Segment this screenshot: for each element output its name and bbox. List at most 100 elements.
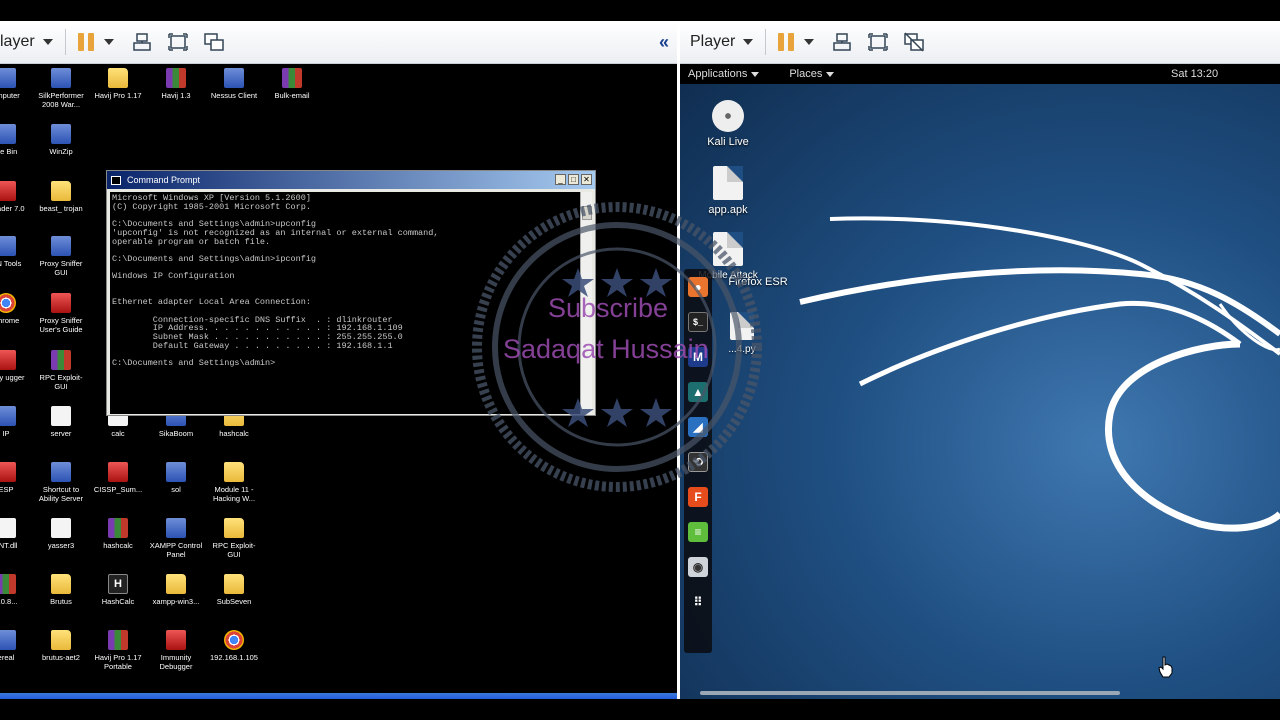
desktop-icon[interactable]: brutus-aet2 [33,630,89,662]
chrome-icon [0,293,16,313]
chevron-down-icon [751,71,760,77]
desktop-icon-label: sol [171,485,181,494]
pause-icon[interactable] [778,33,795,51]
desktop-icon[interactable]: xampp-win3... [148,574,204,606]
applications-menu-label: Applications [688,68,748,80]
folder-icon [51,630,71,650]
desktop-icon[interactable]: SubSeven [206,574,262,606]
desktop-icon[interactable]: cle Bin [0,124,34,156]
desktop-icon[interactable]: Havij Pro 1.17 [90,68,146,100]
hand-cursor-icon [1158,656,1173,678]
cmd-title-bar[interactable]: Command Prompt [107,171,595,189]
desktop-icon[interactable]: Reader 7.0 [0,181,34,213]
rar-icon [108,518,128,538]
minimize-button[interactable]: _ [555,174,566,185]
desktop-icon[interactable]: Module 11 - Hacking W... [206,462,262,503]
desktop-icon[interactable]: WinZip [33,124,89,156]
unity-mode-disabled-icon[interactable] [902,30,926,54]
desktop-icon[interactable]: RPC Exploit-GUI [206,518,262,559]
desktop-icon-label: cle Bin [0,147,18,156]
desktop-icon[interactable]: Havij Pro 1.17 Portable [90,630,146,671]
desktop-icon-label: hashcalc [103,541,133,550]
cmd-window-icon [111,175,121,185]
send-ctrl-alt-del-icon[interactable] [130,30,154,54]
app-icon [166,462,186,482]
unity-mode-icon[interactable] [202,30,226,54]
close-button[interactable]: ✕ [581,174,592,185]
desktop-icon-label: oNT.dll [0,541,18,550]
desktop-icon[interactable]: Bulk-email [264,68,320,100]
desktop-icon-label: brutus-aet2 [42,653,80,662]
desktop-icon[interactable]: ON Tools [0,236,34,268]
desktop-icon[interactable]: RPC Exploit-GUI [33,350,89,391]
maximize-button[interactable]: □ [568,174,579,185]
collapse-sidebar-icon[interactable]: « [659,32,669,53]
desktop-icon-label: ON Tools [0,259,22,268]
desktop-icon-label: Havij 1.3 [161,91,191,100]
screen: layer « Player ompu [0,0,1280,720]
show-applications-icon[interactable]: ⠿ [688,592,708,612]
desktop-icon[interactable]: 1.0.8... [0,574,34,606]
desktop-icon[interactable]: Brutus [33,574,89,606]
player-menu[interactable]: Player [690,33,754,51]
player-menu[interactable]: layer [0,33,53,51]
send-ctrl-alt-del-icon[interactable] [830,30,854,54]
desktop-icon-label: unity ugger [0,373,25,382]
app-icon [0,236,16,256]
desktop-icon[interactable]: Shortcut to Ability Server [33,462,89,503]
desktop-icon[interactable]: Proxy Sniffer GUI [33,236,89,277]
desktop-icon[interactable]: IP [0,406,34,438]
desktop-icon[interactable]: Immunity Debugger [148,630,204,671]
desktop-icon-label: Reader 7.0 [0,204,25,213]
desktop-icon[interactable]: sol [148,462,204,494]
desktop-icon[interactable]: server [33,406,89,438]
desktop-icon[interactable]: omputer [0,68,34,100]
desktop-icon[interactable]: unity ugger [0,350,34,382]
desktop-icon-label: SilkPerformer 2008 War... [38,91,84,109]
desktop-icon[interactable]: Nessus Client [206,68,262,100]
desktop-icon[interactable]: yasser3 [33,518,89,550]
doc-icon [0,518,16,538]
desktop-icon[interactable]: SilkPerformer 2008 War... [33,68,89,109]
desktop-icon[interactable]: oNT.dll [0,518,34,550]
app-icon [51,462,71,482]
red-icon [0,350,16,370]
desktop-icon[interactable]: H HashCalc [90,574,146,606]
desktop-icon-kali-live[interactable]: Kali Live [688,100,768,148]
horizontal-scrollbar[interactable] [700,691,1120,695]
red-icon [108,462,128,482]
app-icon [51,236,71,256]
app-icon [224,68,244,88]
desktop-icon[interactable]: Havij 1.3 [148,68,204,100]
red-icon [51,293,71,313]
desktop-icon[interactable]: beast_ trojan [33,181,89,213]
desktop-icon[interactable]: hashcalc [90,518,146,550]
desktop-icon-label: Kali Live [707,136,749,148]
clock[interactable]: Sat 13:20 [1171,68,1218,80]
fullscreen-icon[interactable] [166,30,190,54]
chevron-down-icon[interactable] [103,39,114,45]
chevron-down-icon[interactable] [804,39,815,45]
toolbar-separator [64,29,66,55]
desktop-icon[interactable]: ereal [0,630,34,662]
desktop-icon[interactable]: 192.168.1.105 [206,630,262,662]
desktop-icon[interactable]: ESP [0,462,34,494]
app-icon [0,124,16,144]
desktop-icon-label: hashcalc [219,429,249,438]
desktop-icon[interactable]: CISSP_Sum... [90,462,146,494]
screenshot-icon[interactable]: ◉ [688,557,708,577]
pause-icon[interactable] [77,33,94,51]
desktop-icon-label: xampp-win3... [152,597,200,606]
desktop-icon[interactable]: XAMPP Control Panel [148,518,204,559]
places-menu[interactable]: Places [789,68,835,80]
folder-icon [224,462,244,482]
doc-icon [51,406,71,426]
desktop-icon-label: Brutus [50,597,72,606]
desktop-icon-label: omputer [0,91,20,100]
notes-icon[interactable]: ≡ [688,522,708,542]
desktop-icon[interactable]: Chrome [0,293,34,325]
desktop-icon[interactable]: Proxy Sniffer User's Guide [33,293,89,334]
app-icon [0,406,16,426]
applications-menu[interactable]: Applications [688,68,760,80]
fullscreen-icon[interactable] [866,30,890,54]
